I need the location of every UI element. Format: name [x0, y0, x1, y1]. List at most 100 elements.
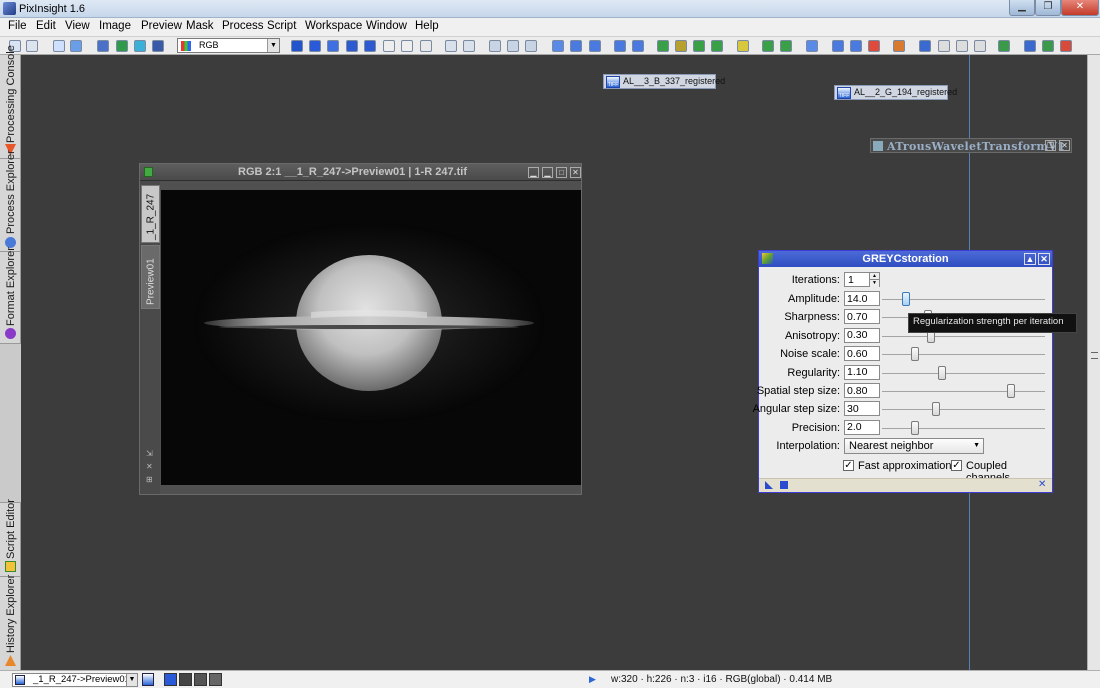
paste-icon[interactable]	[401, 40, 413, 52]
precision-field[interactable]	[844, 419, 880, 435]
tab-history-explorer[interactable]: History Explorer	[0, 575, 21, 670]
tool-7-icon[interactable]	[956, 40, 968, 52]
zoom-1-icon[interactable]	[489, 40, 501, 52]
precision-slider-thumb[interactable]	[910, 420, 919, 435]
atrous-process-icon[interactable]: ATrousWaveletTransformV1 ❐ ✕	[870, 138, 1072, 153]
maximize-button[interactable]: ❐	[1035, 0, 1061, 16]
image-icon-g[interactable]: TIFF AL__2_G_194_registered	[834, 85, 957, 100]
anisotropy-slider-track[interactable]	[882, 335, 1045, 337]
close-icon[interactable]: ✕	[1038, 253, 1050, 265]
menu-mask[interactable]: Mask	[186, 20, 213, 32]
tool-12-icon[interactable]	[1060, 40, 1072, 52]
amplitude-field[interactable]	[844, 291, 880, 306]
new-image-icon[interactable]	[53, 40, 65, 52]
new-instance-icon[interactable]	[765, 481, 773, 489]
menu-view[interactable]: View	[65, 20, 90, 32]
regularity-slider-thumb[interactable]	[938, 365, 947, 380]
angular-step-size-field[interactable]	[844, 401, 880, 417]
zoom-2-icon[interactable]	[507, 40, 519, 52]
noise-scale-slider-thumb[interactable]	[910, 347, 919, 362]
mask-6-icon[interactable]	[762, 40, 774, 52]
menu-workspace[interactable]: Workspace	[305, 20, 362, 32]
regularity-field[interactable]	[844, 364, 880, 380]
image-window-title-bar[interactable]: RGB 2:1 __1_R_247->Preview01 | 1-R 247.t…	[140, 164, 581, 181]
sharpness-field[interactable]	[844, 309, 880, 325]
window-2-icon[interactable]	[589, 40, 601, 52]
zoom-fit-icon[interactable]	[309, 40, 321, 52]
maximize-icon[interactable]: □	[556, 167, 567, 178]
reset-icon[interactable]: ✕	[1038, 479, 1046, 490]
tool-9-icon[interactable]	[998, 40, 1010, 52]
shade-icon[interactable]: ▲	[1024, 253, 1036, 265]
tab-processing-console[interactable]: Processing Console	[0, 45, 21, 159]
mask-7-icon[interactable]	[780, 40, 792, 52]
open-icon[interactable]	[70, 40, 82, 52]
fast-approximation-checkbox[interactable]: ✓	[843, 460, 854, 471]
preview-icon[interactable]	[364, 40, 376, 52]
mask-2-icon[interactable]	[675, 40, 687, 52]
tool-6-icon[interactable]	[938, 40, 950, 52]
tool-8-icon[interactable]	[974, 40, 986, 52]
spin-up-icon[interactable]: ▲	[869, 273, 879, 280]
noise-scale-slider-track[interactable]	[882, 354, 1045, 356]
angular-step-size-slider-thumb[interactable]	[931, 402, 940, 417]
stf-icon[interactable]	[134, 40, 146, 52]
zoom-out-icon[interactable]	[463, 40, 475, 52]
readout-icon[interactable]	[327, 40, 339, 52]
menu-script[interactable]: Script	[267, 20, 296, 32]
fit-window-icon[interactable]	[552, 40, 564, 52]
channel-rgb-button[interactable]	[164, 673, 177, 686]
angular-step-size-slider-track[interactable]	[882, 409, 1045, 411]
spatial-step-size-field[interactable]	[844, 383, 880, 398]
zoom-in-icon[interactable]	[445, 40, 457, 52]
close-button[interactable]: ✕	[1061, 0, 1099, 16]
dialog-title-bar[interactable]: GREYCstoration ▲ ✕	[759, 251, 1052, 267]
restore-icon[interactable]: ❐	[1045, 140, 1056, 151]
pointer-icon[interactable]	[420, 40, 432, 52]
close-icon[interactable]: ✕	[1059, 140, 1070, 151]
menu-image[interactable]: Image	[99, 20, 131, 32]
menu-process[interactable]: Process	[222, 20, 264, 32]
mask-3-icon[interactable]	[693, 40, 705, 52]
tool-5-icon[interactable]	[919, 40, 931, 52]
color-mode-select[interactable]: RGB ▼	[177, 38, 280, 53]
layers-icon[interactable]	[806, 40, 818, 52]
mask-1-icon[interactable]	[657, 40, 669, 52]
minimize-icon[interactable]: ▁	[542, 167, 553, 178]
tab-tool-icon[interactable]: ⊞	[146, 475, 153, 484]
view-selector[interactable]: _1_R_247->Preview01 ▼	[12, 673, 138, 687]
coupled-channels-checkbox[interactable]: ✓	[951, 460, 962, 471]
menu-help[interactable]: Help	[415, 20, 439, 32]
tab-process-explorer[interactable]: Process Explorer	[0, 150, 21, 252]
amplitude-slider-thumb[interactable]	[902, 292, 911, 306]
tab-preview01[interactable]: Preview01	[141, 245, 160, 309]
view-list-icon[interactable]	[142, 673, 154, 686]
tab-main-view[interactable]: _1_R_247	[141, 185, 160, 243]
image-icon-b[interactable]: TIFF AL__3_B_337_registered	[603, 74, 725, 89]
mask-5-icon[interactable]	[737, 40, 749, 52]
precision-slider-track[interactable]	[882, 427, 1045, 429]
apply-icon[interactable]	[780, 481, 788, 489]
window-1-icon[interactable]	[570, 40, 582, 52]
regularity-slider-track[interactable]	[882, 372, 1045, 374]
tab-script-editor[interactable]: Script Editor	[0, 499, 21, 577]
menu-file[interactable]: File	[8, 20, 27, 32]
tool-4-icon[interactable]	[893, 40, 905, 52]
tab-tool-icon[interactable]: ⇲	[146, 449, 153, 458]
star-icon[interactable]	[346, 40, 358, 52]
menu-preview[interactable]: Preview	[141, 20, 182, 32]
tab-format-explorer[interactable]: Format Explorer	[0, 247, 21, 344]
tool-2-icon[interactable]	[850, 40, 862, 52]
iterations-spinbox[interactable]: 1 ▲ ▼	[844, 272, 880, 287]
right-scrollbar[interactable]	[1087, 55, 1100, 670]
play-icon[interactable]: ▶	[589, 674, 596, 685]
zoom-3-icon[interactable]	[525, 40, 537, 52]
close-icon[interactable]: ✕	[570, 167, 581, 178]
menu-window[interactable]: Window	[366, 20, 407, 32]
mask-4-icon[interactable]	[711, 40, 723, 52]
minimize-button[interactable]: ▁	[1009, 0, 1035, 16]
redo-icon[interactable]	[26, 40, 38, 52]
window-3-icon[interactable]	[614, 40, 626, 52]
curve-icon[interactable]	[152, 40, 164, 52]
tab-tool-icon[interactable]: ✕	[146, 462, 153, 471]
